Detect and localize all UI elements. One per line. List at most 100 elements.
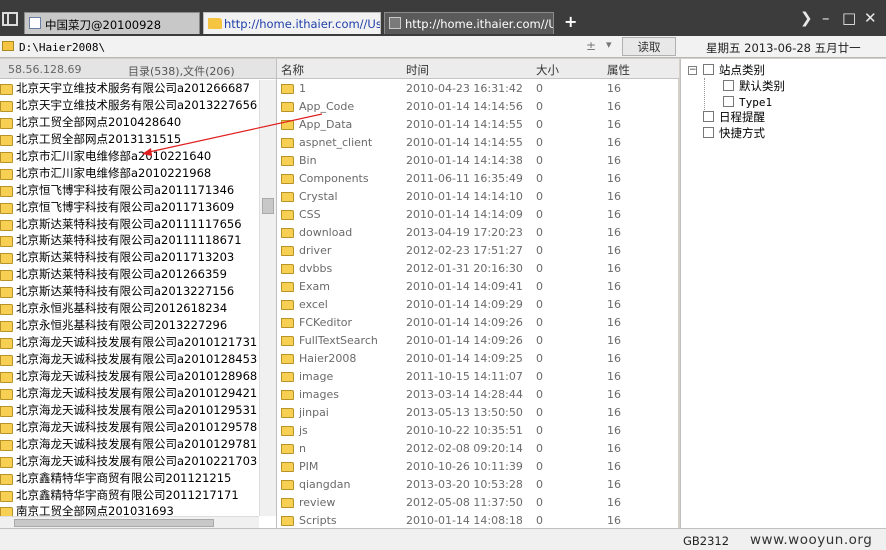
table-row[interactable]: PIM 2010-10-26 10:11:39 0 16	[277, 458, 679, 476]
list-item[interactable]: 北京海龙天诚科技发展有限公司a2010129781	[0, 436, 259, 453]
tree-item-type1[interactable]: Type1	[723, 95, 772, 109]
file-name: images	[299, 388, 339, 401]
tree-item-schedule[interactable]: 日程提醒	[703, 109, 765, 125]
file-attr: 16	[607, 496, 621, 509]
list-item[interactable]: 北京永恒兆基科技有限公司2013227296	[0, 317, 259, 334]
collapse-icon[interactable]: −	[688, 66, 697, 75]
table-row[interactable]: js 2010-10-22 10:35:51 0 16	[277, 422, 679, 440]
tab-label: 中国菜刀@20100928	[45, 18, 162, 32]
table-row[interactable]: dvbbs 2012-01-31 20:16:30 0 16	[277, 260, 679, 278]
tree-item-default-category[interactable]: 默认类别	[723, 78, 785, 94]
list-item[interactable]: 北京海龙天诚科技发展有限公司a2010129421	[0, 385, 259, 402]
file-name: driver	[299, 244, 332, 257]
list-item[interactable]: 北京海龙天诚科技发展有限公司a2010221703	[0, 453, 259, 470]
file-time: 2012-01-31 20:16:30	[406, 262, 523, 275]
table-row[interactable]: Exam 2010-01-14 14:09:41 0 16	[277, 278, 679, 296]
list-item[interactable]: 北京斯达莱特科技有限公司a20111118671	[0, 232, 259, 249]
file-name: n	[299, 442, 306, 455]
folder-icon	[281, 318, 294, 328]
minimize-icon[interactable]: –	[822, 9, 830, 27]
table-row[interactable]: images 2013-03-14 14:28:44 0 16	[277, 386, 679, 404]
col-size-header[interactable]: 大小	[536, 62, 559, 78]
close-icon[interactable]: ✕	[864, 9, 877, 27]
file-size: 0	[536, 406, 543, 419]
list-item[interactable]: 北京工贸全部网点2010428640	[0, 114, 259, 131]
folder-icon	[208, 18, 222, 29]
file-size: 0	[536, 424, 543, 437]
file-time: 2010-10-22 10:35:51	[406, 424, 523, 437]
list-item[interactable]: 北京鑫精特华宇商贸有限公司201121215	[0, 470, 259, 487]
folder-icon	[281, 390, 294, 400]
scroll-thumb[interactable]	[14, 519, 214, 527]
tree-item-shortcuts[interactable]: 快捷方式	[703, 125, 765, 141]
list-item[interactable]: 北京工贸全部网点2013131515	[0, 131, 259, 148]
col-time-header[interactable]: 时间	[406, 62, 429, 78]
list-item[interactable]: 北京海龙天诚科技发展有限公司a2010121731	[0, 334, 259, 351]
list-item[interactable]: 北京市汇川家电维修部a2010221640	[0, 148, 259, 165]
table-row[interactable]: review 2012-05-08 11:37:50 0 16	[277, 494, 679, 512]
file-time: 2010-01-14 14:09:26	[406, 334, 523, 347]
file-name: aspnet_client	[299, 136, 373, 149]
plus-minus-icon[interactable]: ±	[586, 39, 596, 53]
table-row[interactable]: excel 2010-01-14 14:09:29 0 16	[277, 296, 679, 314]
table-row[interactable]: Haier2008 2010-01-14 14:09:25 0 16	[277, 350, 679, 368]
file-name: Haier2008	[299, 352, 357, 365]
list-item[interactable]: 北京海龙天诚科技发展有限公司a2010129578	[0, 419, 259, 436]
col-attr-header[interactable]: 属性	[607, 62, 630, 78]
list-item[interactable]: 北京鑫精特华宇商贸有限公司2011217171	[0, 487, 259, 504]
tab-remote[interactable]: http://home.ithaier.com//Use...	[384, 12, 554, 34]
list-item[interactable]: 北京斯达莱特科技有限公司a201266359	[0, 266, 259, 283]
path-input[interactable]	[17, 38, 619, 56]
table-row[interactable]: n 2012-02-08 09:20:14 0 16	[277, 440, 679, 458]
file-size: 0	[536, 442, 543, 455]
dropdown-icon[interactable]: ▾	[606, 38, 612, 51]
list-item[interactable]: 北京天宇立维技术服务有限公司a201266687	[0, 80, 259, 97]
encoding-label[interactable]: GB2312	[683, 534, 729, 548]
list-item[interactable]: 北京海龙天诚科技发展有限公司a2010129531	[0, 402, 259, 419]
new-tab-icon[interactable]: +	[564, 12, 577, 31]
table-row[interactable]: App_Code 2010-01-14 14:14:56 0 16	[277, 98, 679, 116]
tab-file-manager[interactable]: http://home.ithaier.com//Use...	[203, 12, 381, 34]
list-item[interactable]: 北京市汇川家电维修部a2010221968	[0, 165, 259, 182]
tab-caidao[interactable]: 中国菜刀@20100928	[24, 12, 200, 34]
file-time: 2013-03-20 10:53:28	[406, 478, 523, 491]
list-item[interactable]: 北京永恒兆基科技有限公司2012618234	[0, 300, 259, 317]
list-item[interactable]: 南京工贸全部网点201031693	[0, 503, 259, 516]
table-row[interactable]: Bin 2010-01-14 14:14:38 0 16	[277, 152, 679, 170]
list-item[interactable]: 北京斯达莱特科技有限公司a20111117656	[0, 216, 259, 233]
table-row[interactable]: 1 2010-04-23 16:31:42 0 16	[277, 80, 679, 98]
table-row[interactable]: App_Data 2010-01-14 14:14:55 0 16	[277, 116, 679, 134]
table-row[interactable]: CSS 2010-01-14 14:14:09 0 16	[277, 206, 679, 224]
table-row[interactable]: Scripts 2010-01-14 14:08:18 0 16	[277, 512, 679, 528]
table-row[interactable]: Crystal 2010-01-14 14:14:10 0 16	[277, 188, 679, 206]
file-name: jinpai	[299, 406, 329, 419]
table-row[interactable]: aspnet_client 2010-01-14 14:14:55 0 16	[277, 134, 679, 152]
table-row[interactable]: driver 2012-02-23 17:51:27 0 16	[277, 242, 679, 260]
list-item[interactable]: 北京恒飞博宇科技有限公司a2011713609	[0, 199, 259, 216]
table-row[interactable]: Components 2011-06-11 16:35:49 0 16	[277, 170, 679, 188]
horizontal-scrollbar[interactable]	[0, 516, 259, 528]
vertical-scrollbar[interactable]	[259, 80, 276, 516]
list-item[interactable]: 北京斯达莱特科技有限公司a2011713203	[0, 249, 259, 266]
list-item[interactable]: 北京恒飞博宇科技有限公司a2011171346	[0, 182, 259, 199]
file-size: 0	[536, 208, 543, 221]
table-row[interactable]: qiangdan 2013-03-20 10:53:28 0 16	[277, 476, 679, 494]
list-item[interactable]: 北京海龙天诚科技发展有限公司a2010128968	[0, 368, 259, 385]
table-row[interactable]: download 2013-04-19 17:20:23 0 16	[277, 224, 679, 242]
table-row[interactable]: image 2011-10-15 14:11:07 0 16	[277, 368, 679, 386]
list-item[interactable]: 北京海龙天诚科技发展有限公司a2010128453	[0, 351, 259, 368]
table-row[interactable]: FCKeditor 2010-01-14 14:09:26 0 16	[277, 314, 679, 332]
list-item[interactable]: 北京斯达莱特科技有限公司a2013227156	[0, 283, 259, 300]
read-button[interactable]: 读取	[622, 37, 676, 56]
window-icon[interactable]	[2, 12, 18, 26]
scroll-thumb[interactable]	[262, 198, 274, 214]
table-row[interactable]: FullTextSearch 2010-01-14 14:09:26 0 16	[277, 332, 679, 350]
maximize-icon[interactable]: □	[842, 9, 856, 27]
list-item[interactable]: 北京天宇立维技术服务有限公司a2013227656	[0, 97, 259, 114]
table-row[interactable]: jinpai 2013-05-13 13:50:50 0 16	[277, 404, 679, 422]
tree-root-label: 站点类别	[719, 63, 765, 77]
chevron-right-icon[interactable]: ❯	[800, 9, 813, 27]
left-panel: 58.56.128.69 目录(538),文件(206) 北京天宇立维技术服务有…	[0, 59, 276, 528]
col-name-header[interactable]: 名称	[281, 62, 304, 78]
folder-icon	[281, 498, 294, 508]
